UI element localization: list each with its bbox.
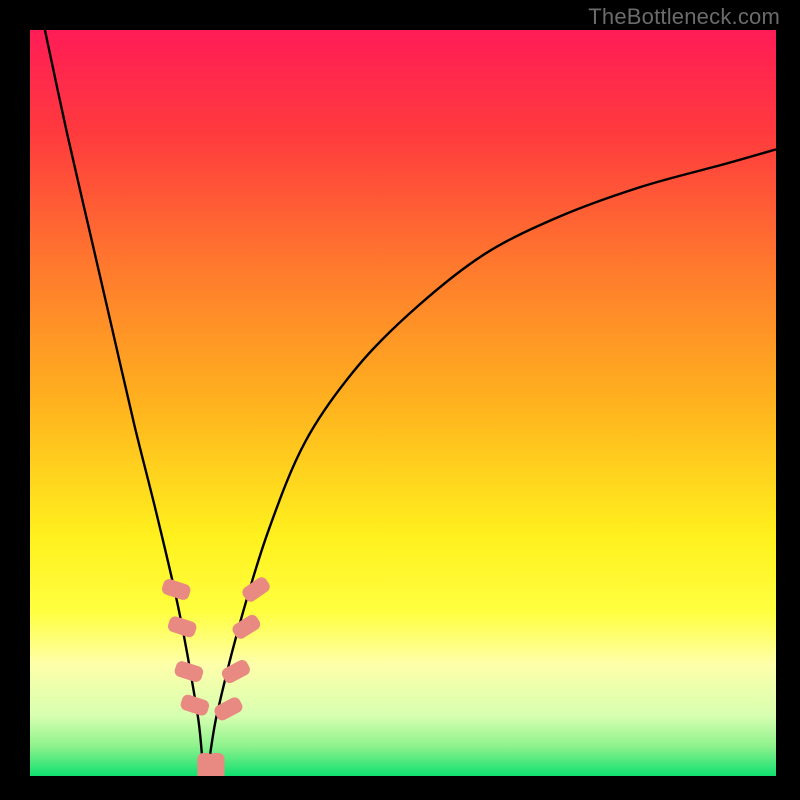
attribution-label: TheBottleneck.com — [588, 4, 780, 30]
curve-marker — [209, 753, 225, 776]
chart-frame: TheBottleneck.com — [0, 0, 800, 800]
plot-area — [30, 30, 776, 776]
bottleneck-chart — [30, 30, 776, 776]
gradient-background — [30, 30, 776, 776]
